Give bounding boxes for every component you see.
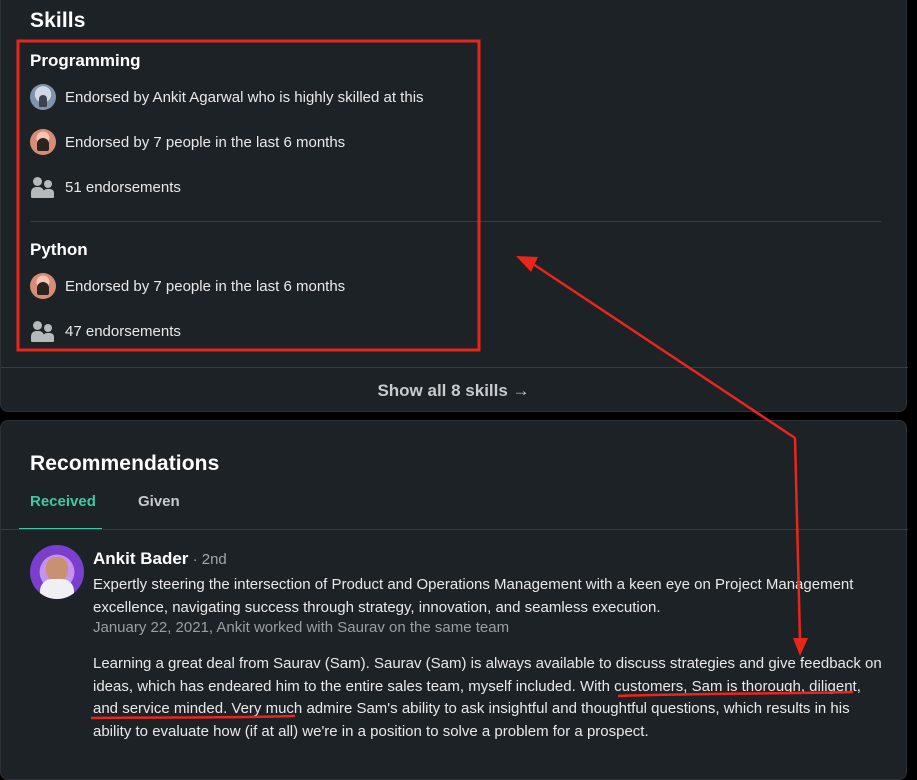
show-all-skills-button[interactable]: Show all 8 skills → (1, 381, 906, 401)
recommender-headline: Expertly steering the intersection of Pr… (93, 576, 854, 616)
connection-degree: · 2nd (188, 551, 227, 568)
skills-heading: Skills (30, 9, 86, 32)
avatar (30, 84, 56, 110)
recommendations-heading: Recommendations (30, 452, 220, 475)
avatar (30, 129, 56, 155)
divider (30, 221, 881, 222)
endorsement-row[interactable]: Endorsed by Ankit Agarwal who is highly … (30, 84, 424, 110)
people-icon (30, 318, 56, 344)
skill-title-programming[interactable]: Programming (30, 51, 141, 71)
endorsement-count-row[interactable]: 51 endorsements (30, 174, 181, 200)
endorsement-count-row[interactable]: 47 endorsements (30, 318, 181, 344)
recommendation-text: Learning a great deal from Saurav (Sam).… (93, 653, 883, 743)
endorsement-text: Endorsed by 7 people in the last 6 month… (65, 133, 346, 151)
tab-given[interactable]: Given (138, 493, 180, 510)
endorsement-row[interactable]: Endorsed by 7 people in the last 6 month… (30, 273, 345, 299)
skill-title-python[interactable]: Python (30, 240, 88, 260)
endorsement-row[interactable]: Endorsed by 7 people in the last 6 month… (30, 129, 345, 155)
endorsement-count: 47 endorsements (65, 322, 181, 340)
recommender-name[interactable]: Ankit Bader (93, 549, 188, 568)
tab-received[interactable]: Received (30, 493, 96, 510)
endorsement-text: Endorsed by 7 people in the last 6 month… (65, 277, 346, 295)
people-icon (30, 174, 56, 200)
recommender-avatar[interactable] (30, 545, 84, 599)
skills-card: Skills Programming Endorsed by Ankit Aga… (0, 0, 908, 412)
divider (1, 529, 908, 530)
avatar (30, 273, 56, 299)
recommendations-card: Recommendations Received Given Ankit Bad… (0, 420, 908, 780)
recommendation-meta: January 22, 2021, Ankit worked with Saur… (93, 619, 510, 636)
recommender-name-line[interactable]: Ankit Bader · 2nd (93, 549, 227, 569)
endorsement-count: 51 endorsements (65, 178, 181, 196)
endorsement-text: Endorsed by Ankit Agarwal who is highly … (65, 88, 424, 106)
divider (1, 367, 908, 368)
